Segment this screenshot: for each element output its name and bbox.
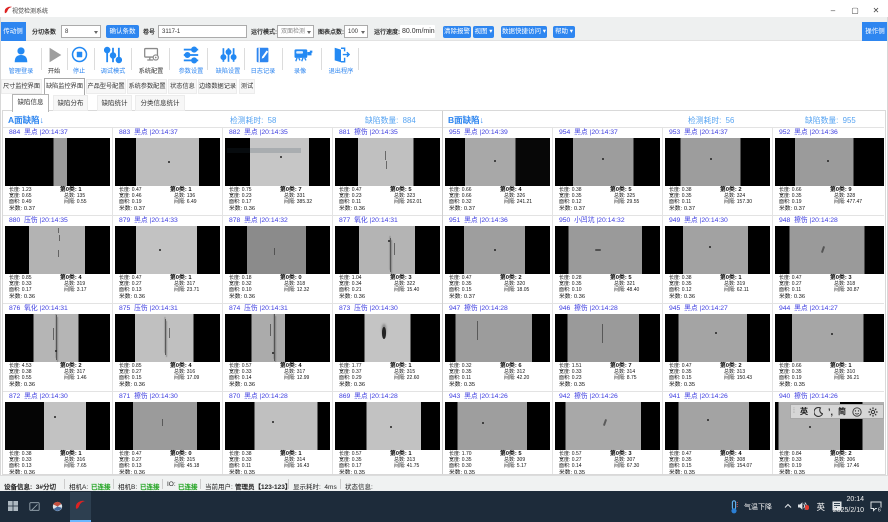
svg-text:6: 6: [878, 507, 881, 512]
